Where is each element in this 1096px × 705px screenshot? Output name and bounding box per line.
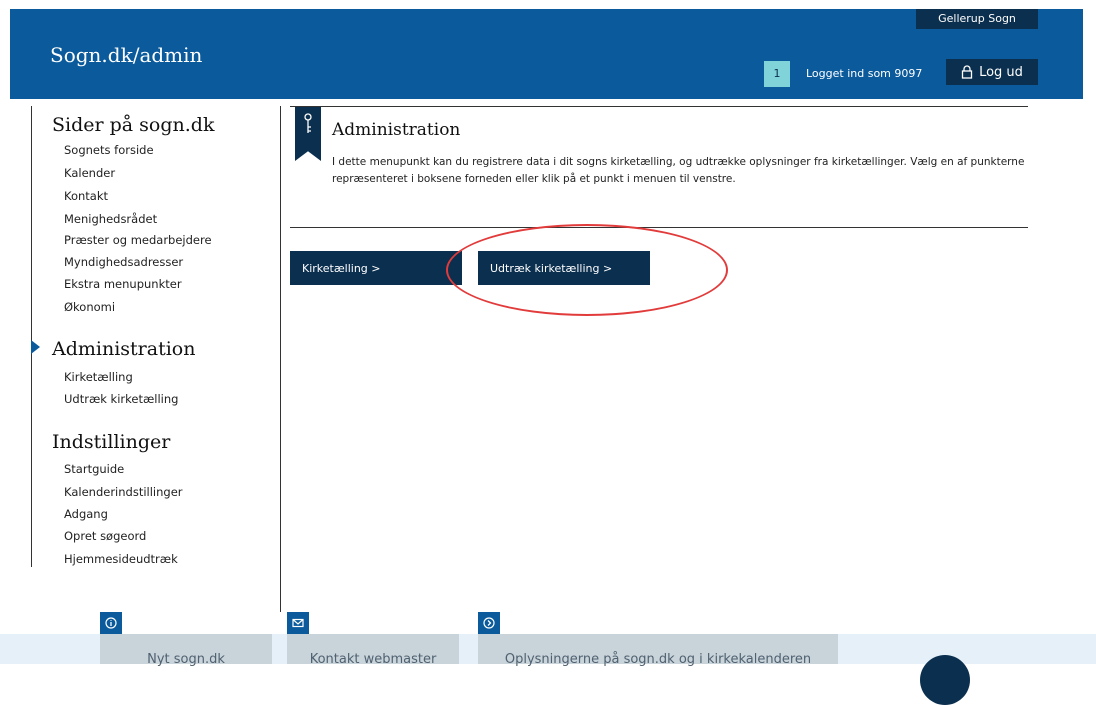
sidebar-item-kalenderindstillinger[interactable]: Kalenderindstillinger [64,485,183,499]
bookmark-banner [295,107,321,161]
sidebar-item-kirketaelling[interactable]: Kirketælling [64,370,133,384]
active-section-arrow-icon [31,340,40,354]
arrow-circle-icon [478,612,500,634]
parish-name[interactable]: Gellerup Sogn [916,9,1038,29]
page-title: Administration [332,120,461,140]
sidebar-item-myndighedsadresser[interactable]: Myndighedsadresser [64,255,183,269]
notification-badge[interactable]: 1 [764,61,790,87]
sidebar-item-startguide[interactable]: Startguide [64,462,124,476]
main-mid-rule [290,227,1028,228]
sidebar-item-menighedsraadet[interactable]: Menighedsrådet [64,212,157,226]
sidebar-item-adgang[interactable]: Adgang [64,507,108,521]
sidebar-section-indstillinger: Indstillinger [52,431,171,453]
sidebar-item-hjemmesideudtraek[interactable]: Hjemmesideudtræk [64,552,178,566]
sidebar-section-administration[interactable]: Administration [52,338,195,360]
sidebar-item-udtraek-kirketaelling[interactable]: Udtræk kirketælling [64,392,178,406]
main-divider [280,106,281,612]
logout-button[interactable]: Log ud [946,59,1038,85]
footer-nyt-sogn[interactable]: Nyt sogn.dk [100,634,272,667]
key-icon [304,113,312,133]
sidebar-item-ekstra-menupunkter[interactable]: Ekstra menupunkter [64,277,182,291]
kirketaelling-box-button[interactable]: Kirketælling > [290,251,462,285]
highlight-ellipse [446,224,728,316]
footer-kontakt-webmaster[interactable]: Kontakt webmaster [287,634,459,667]
logout-label: Log ud [979,64,1023,80]
info-icon [100,612,122,634]
sidebar-item-kontakt[interactable]: Kontakt [64,189,108,203]
sidebar-item-kalender[interactable]: Kalender [64,166,115,180]
mail-icon [287,612,309,634]
sidebar-divider [31,106,32,567]
sidebar-item-sognets-forside[interactable]: Sognets forside [64,143,154,157]
sidebar-item-opret-soegeord[interactable]: Opret søgeord [64,529,146,543]
sidebar-item-oekonomi[interactable]: Økonomi [64,300,115,314]
footer-logo [920,655,970,705]
sidebar-item-praester[interactable]: Præster og medarbejdere [64,233,212,247]
site-title[interactable]: Sogn.dk/admin [50,43,202,67]
sidebar-section-sider: Sider på sogn.dk [52,114,215,136]
lock-icon [961,65,973,79]
page-description: I dette menupunkt kan du registrere data… [332,156,1025,185]
main-top-rule [290,106,1028,107]
footer-oplysninger[interactable]: Oplysningerne på sogn.dk og i kirkekalen… [478,634,838,667]
top-header: Sogn.dk/admin Gellerup Sogn 1 Logget ind… [10,9,1083,99]
logged-in-text: Logget ind som 9097 [806,67,923,80]
